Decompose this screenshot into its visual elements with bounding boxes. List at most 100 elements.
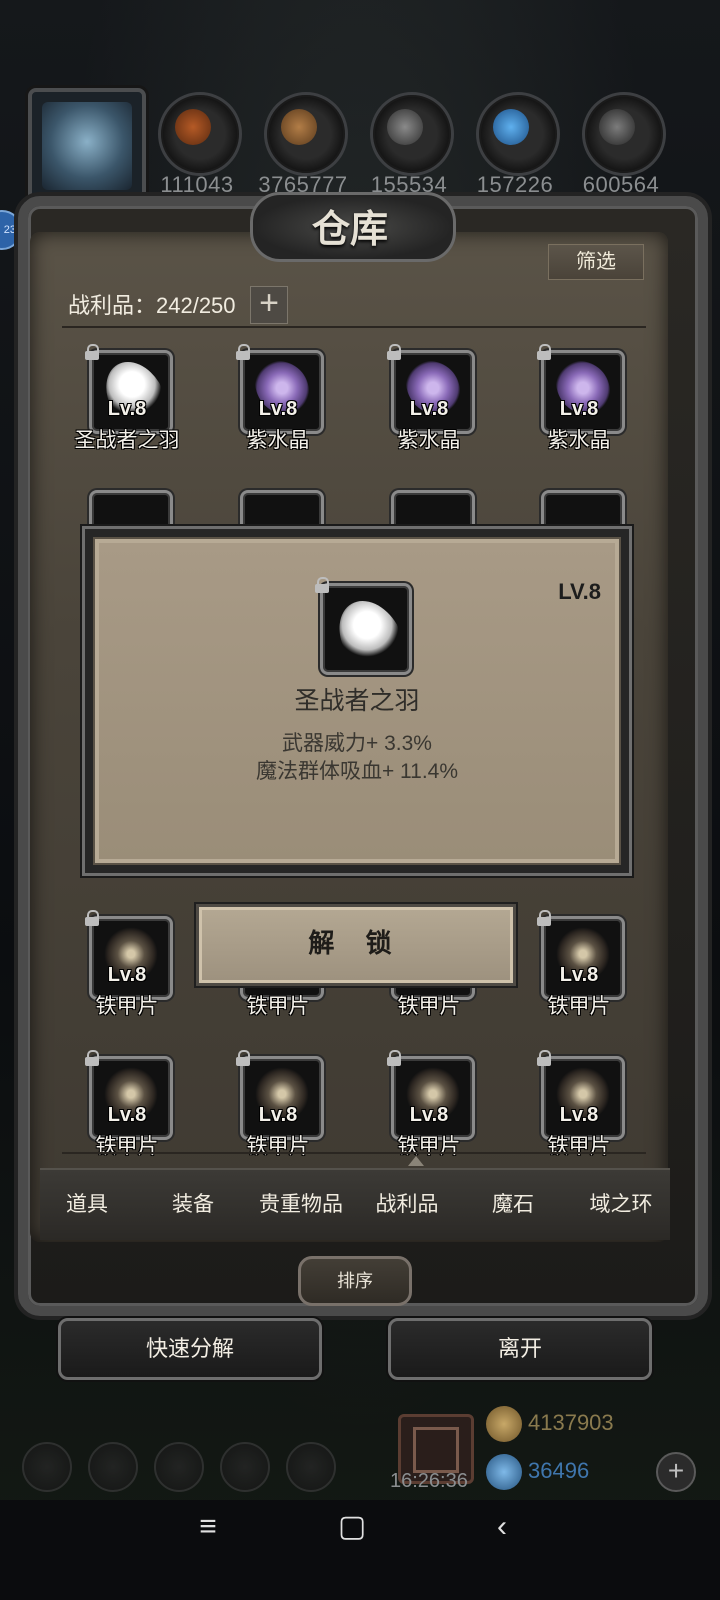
- quick-decompose-button[interactable]: 快速分解: [58, 1318, 322, 1380]
- item-slot[interactable]: [89, 490, 173, 529]
- lock-icon: [85, 344, 99, 360]
- item-slot: [240, 350, 324, 434]
- item-cell[interactable]: Lv.8 紫水晶: [203, 344, 353, 470]
- tab-domain-rings[interactable]: 域之环: [566, 1188, 676, 1218]
- item-level: Lv.8: [107, 398, 147, 420]
- blue-crystal-resource-icon: [476, 92, 560, 176]
- item-cell[interactable]: Lv.8 铁甲片: [354, 1050, 504, 1176]
- item-slot: [391, 350, 475, 434]
- item-level: Lv.8: [409, 398, 449, 420]
- popup-item-level: LV.8: [558, 579, 601, 604]
- item-level: Lv.8: [107, 964, 147, 986]
- clock-text: 16:26:36: [390, 1470, 468, 1492]
- home-icon[interactable]: ▢: [322, 1504, 382, 1550]
- item-cell[interactable]: Lv.8 铁甲片: [52, 910, 202, 1036]
- add-currency-icon[interactable]: +: [656, 1452, 696, 1492]
- map-icon[interactable]: [154, 1442, 204, 1492]
- player-avatar[interactable]: [28, 88, 146, 204]
- active-tab-indicator: [408, 1156, 424, 1166]
- popup-item-slot: [320, 583, 412, 675]
- item-name: 铁甲片: [397, 995, 461, 1018]
- lock-icon: [315, 577, 329, 593]
- crystal-count: 157226: [476, 172, 554, 197]
- item-slot: [89, 916, 173, 1000]
- tab-equipment[interactable]: 装备: [138, 1188, 248, 1218]
- item-slot[interactable]: [240, 490, 324, 529]
- tab-magic-stones[interactable]: 魔石: [458, 1188, 568, 1218]
- gold-amount: 4137903: [528, 1410, 614, 1435]
- mail-icon[interactable]: [220, 1442, 270, 1492]
- item-slot: [89, 350, 173, 434]
- leather-count: 111043: [160, 172, 234, 197]
- back-icon[interactable]: ‹: [472, 1504, 532, 1550]
- lock-icon: [537, 910, 551, 926]
- item-name: 铁甲片: [246, 1135, 310, 1158]
- lock-icon: [387, 1050, 401, 1066]
- item-slot[interactable]: [541, 490, 625, 529]
- divider: [62, 1152, 646, 1154]
- item-level: Lv.8: [559, 964, 599, 986]
- menu-icon[interactable]: ≡: [178, 1504, 238, 1550]
- item-level: Lv.8: [409, 1104, 449, 1126]
- item-name: 紫水晶: [397, 429, 461, 452]
- page-title: 仓库: [311, 206, 388, 251]
- filter-button[interactable]: 筛选: [548, 244, 644, 280]
- item-slot: [541, 350, 625, 434]
- settings-icon[interactable]: [22, 1442, 72, 1492]
- iron-resource-icon: [582, 92, 666, 176]
- item-slot: [240, 1056, 324, 1140]
- item-level: Lv.8: [258, 1104, 298, 1126]
- diamond-icon: [486, 1454, 522, 1490]
- item-cell[interactable]: Lv.8 铁甲片: [504, 910, 654, 1036]
- item-level: Lv.8: [107, 1104, 147, 1126]
- wood-resource-icon: [264, 92, 348, 176]
- item-cell[interactable]: Lv.8 铁甲片: [504, 1050, 654, 1176]
- item-name: 铁甲片: [547, 1135, 611, 1158]
- leather-resource-icon: [158, 92, 242, 176]
- item-name: 圣战者之羽: [74, 429, 180, 452]
- item-level: Lv.8: [559, 1104, 599, 1126]
- emblem-icon[interactable]: [88, 1442, 138, 1492]
- item-name: 铁甲片: [547, 995, 611, 1018]
- expand-capacity-button[interactable]: +: [250, 286, 288, 324]
- leave-button[interactable]: 离开: [388, 1318, 652, 1380]
- popup-body: LV.8 圣战者之羽 武器威力+ 3.3% 魔法群体吸血+ 11.4%: [93, 537, 621, 865]
- lock-icon: [85, 910, 99, 926]
- item-name: 铁甲片: [95, 995, 159, 1018]
- divider: [62, 326, 646, 328]
- tab-props[interactable]: 道具: [32, 1188, 142, 1218]
- unlock-button[interactable]: 解 锁: [196, 904, 516, 986]
- lock-icon: [236, 344, 250, 360]
- item-slot: [541, 1056, 625, 1140]
- shield-icon[interactable]: [286, 1442, 336, 1492]
- item-name: 紫水晶: [246, 429, 310, 452]
- capacity-label: 战利品：242/250: [68, 293, 236, 318]
- iron-count: 600564: [582, 172, 660, 197]
- lock-icon: [537, 1050, 551, 1066]
- lock-icon: [387, 344, 401, 360]
- item-name: 紫水晶: [547, 429, 611, 452]
- item-level: Lv.8: [258, 398, 298, 420]
- item-cell[interactable]: Lv.8 铁甲片: [52, 1050, 202, 1176]
- sort-button[interactable]: 排序: [298, 1256, 412, 1306]
- popup-stat-lifesteal: 魔法群体吸血+ 11.4%: [255, 760, 459, 783]
- stone-resource-icon: [370, 92, 454, 176]
- tab-valuables[interactable]: 贵重物品: [246, 1188, 356, 1218]
- item-cell[interactable]: Lv.8 圣战者之羽: [52, 344, 202, 470]
- item-slot[interactable]: [391, 490, 475, 529]
- item-cell[interactable]: Lv.8 铁甲片: [203, 1050, 353, 1176]
- tab-loot[interactable]: 战利品: [352, 1188, 462, 1218]
- item-cell[interactable]: Lv.8 紫水晶: [354, 344, 504, 470]
- item-slot: [89, 1056, 173, 1140]
- popup-item-name: 圣战者之羽: [294, 687, 420, 715]
- item-slot: [391, 1056, 475, 1140]
- dragon-portrait-icon: [42, 102, 132, 190]
- item-slot: [541, 916, 625, 1000]
- gold-coin-icon: [486, 1406, 522, 1442]
- lock-icon: [537, 344, 551, 360]
- feather-icon: [326, 589, 406, 669]
- item-name: 铁甲片: [397, 1135, 461, 1158]
- lock-icon: [236, 1050, 250, 1066]
- item-cell[interactable]: Lv.8 紫水晶: [504, 344, 654, 470]
- item-name: 铁甲片: [95, 1135, 159, 1158]
